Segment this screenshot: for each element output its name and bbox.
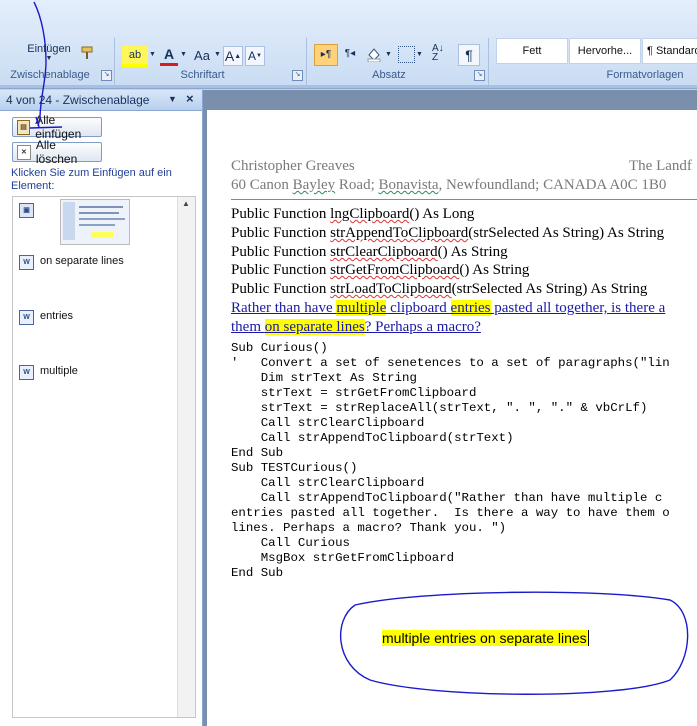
group-divider — [306, 38, 307, 86]
clear-all-button[interactable]: ✕ Alle löschen — [12, 138, 102, 166]
paste-label: Einfügen — [27, 43, 71, 55]
word-doc-icon: W — [19, 365, 34, 380]
thumbnail — [60, 199, 130, 245]
image-item-icon: ▣ — [19, 203, 34, 218]
chevron-down-icon[interactable]: ▼ — [149, 51, 156, 58]
list-item[interactable]: W on separate lines — [15, 252, 193, 308]
question-line-2: them on separate lines? Perhaps a macro? — [231, 319, 481, 335]
pane-options-icon[interactable]: ▼ — [168, 94, 177, 104]
clipboard-hint: Klicken Sie zum Einfügen auf ein Element… — [11, 167, 172, 192]
annotation-text: multiple entries on separate lines — [382, 630, 589, 646]
code-line: strText = strReplaceAll(strText, ". ", "… — [231, 401, 648, 415]
function-line: Public Function lngClipboard() As Long — [231, 206, 475, 222]
chevron-down-icon[interactable]: ▼ — [416, 51, 423, 58]
group-label-clipboard: Zwischenablage — [10, 69, 90, 81]
code-line: Call strClearClipboard — [231, 476, 425, 490]
code-line: Call strClearClipboard — [231, 416, 425, 430]
show-formatting-button[interactable]: ¶ — [458, 44, 480, 66]
function-line: Public Function strAppendToClipboard(str… — [231, 225, 665, 241]
grow-font-button[interactable]: A ▲ — [223, 46, 243, 66]
clipboard-pane-title: 4 von 24 - Zwischenablage — [6, 93, 150, 107]
clipboard-list: ▲ ▣ W on separate lines W entries W mult… — [12, 196, 196, 718]
code-line: ' Convert a set of senetences to a set o… — [231, 356, 670, 370]
format-painter-icon[interactable] — [80, 46, 94, 60]
rtl-button[interactable]: ¶◂ — [340, 44, 360, 64]
code-line: MsgBox strGetFromClipboard — [231, 551, 455, 565]
text-cursor — [587, 630, 589, 646]
list-item[interactable]: ▣ — [15, 199, 175, 249]
document-page[interactable]: Christopher Greaves The Landf 60 Canon B… — [207, 110, 697, 726]
close-icon[interactable]: × — [186, 91, 194, 106]
ribbon: Einfügen ▼ Zwischenablage ↘ ab ▼ A ▼ Aa … — [0, 0, 697, 89]
clipboard-pane-header: 4 von 24 - Zwischenablage ▼ × — [0, 90, 202, 111]
clipboard-launcher-icon[interactable]: ↘ — [101, 70, 112, 81]
clear-all-icon: ✕ — [17, 144, 31, 160]
code-line: Sub TESTCurious() — [231, 461, 358, 475]
shading-icon[interactable] — [366, 46, 382, 63]
list-item-label: entries — [40, 310, 74, 322]
question-line-1: Rather than have multiple clipboard entr… — [231, 300, 666, 316]
paste-button[interactable]: Einfügen ▼ — [18, 38, 80, 68]
header-rule — [231, 199, 697, 200]
group-divider — [0, 85, 697, 88]
list-item[interactable]: W entries — [15, 307, 193, 363]
chevron-down-icon[interactable]: ▼ — [180, 51, 187, 58]
function-line: Public Function strLoadToClipboard(strSe… — [231, 281, 648, 297]
code-line: strText = strGetFromClipboard — [231, 386, 477, 400]
code-line: Call Curious — [231, 536, 350, 550]
word-doc-icon: W — [19, 255, 34, 270]
function-line: Public Function strClearClipboard() As S… — [231, 244, 508, 260]
function-line: Public Function strGetFromClipboard() As… — [231, 262, 530, 278]
list-item[interactable]: W multiple — [15, 362, 193, 418]
list-item-label: multiple — [40, 365, 78, 377]
highlight-button[interactable]: ab — [122, 46, 148, 67]
font-color-button[interactable]: A — [160, 45, 178, 66]
style-fett[interactable]: Fett — [496, 38, 568, 64]
font-launcher-icon[interactable]: ↘ — [292, 70, 303, 81]
code-line: End Sub — [231, 446, 284, 460]
code-line: lines. Perhaps a macro? Thank you. ") — [231, 521, 507, 535]
group-divider — [488, 38, 489, 86]
chevron-down-icon[interactable]: ▼ — [385, 51, 392, 58]
clipboard-pane: 4 von 24 - Zwischenablage ▼ × ▤ Alle ein… — [0, 90, 203, 726]
change-case-button[interactable]: Aa — [190, 46, 214, 64]
doc-header-right: The Landf — [629, 158, 692, 174]
code-line: Call strAppendToClipboard("Rather than h… — [231, 491, 663, 505]
code-block: Sub Curious() ' Convert a set of seneten… — [231, 341, 670, 581]
code-line: Dim strText As String — [231, 371, 417, 385]
code-line: Call strAppendToClipboard(strText) — [231, 431, 514, 445]
borders-icon[interactable] — [398, 46, 415, 63]
style-hervorhebung[interactable]: Hervorhe... — [569, 38, 641, 64]
group-label-font: Schriftart — [180, 69, 225, 81]
word-doc-icon: W — [19, 310, 34, 325]
group-divider — [114, 38, 115, 86]
code-line: Sub Curious() — [231, 341, 328, 355]
paste-all-icon: ▤ — [17, 119, 31, 135]
chevron-down-icon[interactable]: ▼ — [214, 51, 221, 58]
paragraph-launcher-icon[interactable]: ↘ — [474, 70, 485, 81]
sort-icon[interactable]: A↓ Z — [432, 44, 450, 64]
code-line: End Sub — [231, 566, 284, 580]
group-label-paragraph: Absatz — [372, 69, 406, 81]
group-label-styles: Formatvorlagen — [606, 69, 684, 81]
doc-address: 60 Canon Bayley Road; Bonavista, Newfoun… — [231, 177, 667, 193]
chevron-down-icon: ▼ — [45, 55, 53, 62]
doc-header-left: Christopher Greaves — [231, 158, 355, 174]
paste-all-button[interactable]: ▤ Alle einfügen — [12, 113, 102, 141]
shrink-font-button[interactable]: A ▼ — [245, 46, 265, 66]
ltr-button[interactable]: ▸¶ — [314, 44, 338, 66]
style-standard[interactable]: ¶ Standard — [642, 38, 697, 64]
code-line: entries pasted all together. Is there a … — [231, 506, 670, 520]
scroll-up-icon[interactable]: ▲ — [182, 199, 190, 208]
list-item-label: on separate lines — [40, 255, 124, 267]
